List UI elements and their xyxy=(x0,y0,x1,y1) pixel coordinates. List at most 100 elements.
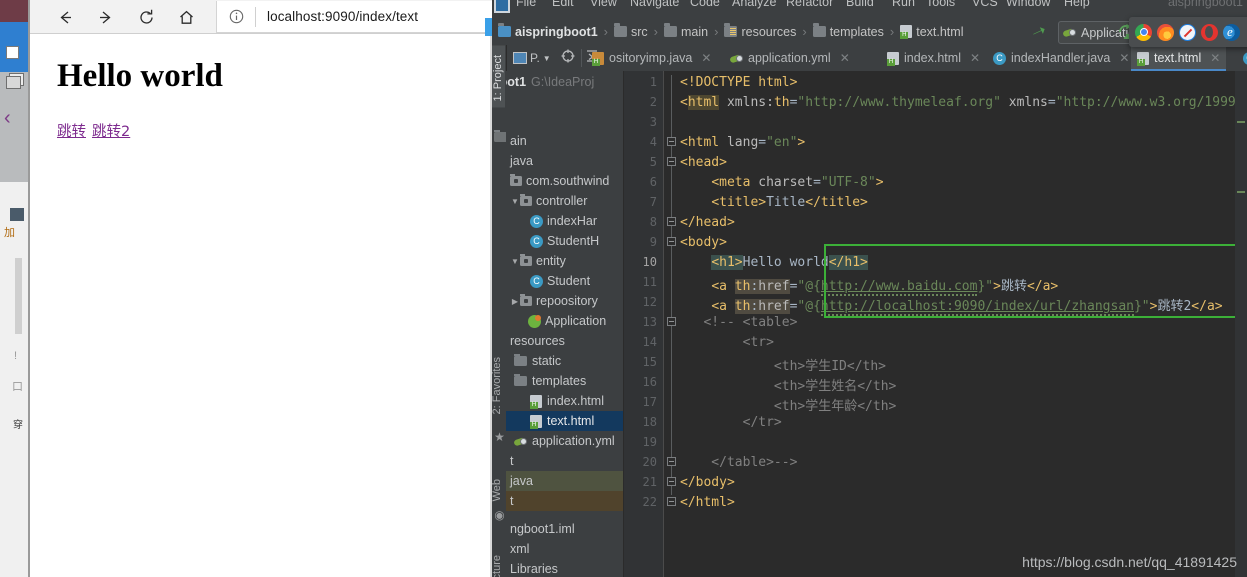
list-item[interactable]: CindexHar xyxy=(506,211,623,231)
fold-marker[interactable] xyxy=(667,477,676,486)
page-title: Hello world xyxy=(57,58,223,94)
breadcrumb-item-templates[interactable]: templates xyxy=(812,23,884,39)
collapse-arrow-icon[interactable]: ▶ xyxy=(510,297,520,306)
address-input[interactable]: localhost:9090/index/text xyxy=(256,9,492,24)
menu-help[interactable]: Help xyxy=(1064,0,1090,9)
menu-refactor[interactable]: Refactor xyxy=(786,0,833,9)
tab-repositoryimp-java[interactable]: ositoryimp.java ✕ xyxy=(586,45,717,71)
opera-icon[interactable] xyxy=(1201,23,1218,41)
tool-window-favorites[interactable]: 2: Favorites xyxy=(492,357,503,414)
scroll-from-source-button[interactable] xyxy=(561,49,575,68)
site-info-icon[interactable] xyxy=(217,1,255,32)
project-tree-root[interactable]: boot1 G:\IdeaProj xyxy=(506,71,623,92)
make-project-icon[interactable]: ➝ xyxy=(1028,20,1049,44)
fold-marker[interactable] xyxy=(667,237,676,246)
editor-marker-bar[interactable] xyxy=(1235,71,1247,577)
link-tiaozhuan-2[interactable]: 跳转2 xyxy=(92,124,130,140)
reload-button[interactable] xyxy=(133,4,159,30)
tab-overflow[interactable]: C xyxy=(1237,45,1247,71)
list-item-selected[interactable]: text.html xyxy=(506,411,623,431)
tab-indexhandler-java[interactable]: C indexHandler.java ✕ xyxy=(987,45,1135,71)
expand-arrow-icon[interactable]: ▼ xyxy=(510,257,520,266)
link-tiaozhuan-1[interactable]: 跳转 xyxy=(57,124,86,140)
chrome-icon[interactable] xyxy=(1135,23,1152,41)
expand-arrow-icon[interactable]: ▼ xyxy=(510,197,520,206)
tool-window-web[interactable]: Web xyxy=(492,479,503,501)
close-icon[interactable]: ✕ xyxy=(840,51,850,65)
fold-marker[interactable] xyxy=(667,137,676,146)
project-tree-panel[interactable]: boot1 G:\IdeaProj ain java com.southwind… xyxy=(506,71,624,577)
forward-button[interactable] xyxy=(92,4,118,30)
editor-gutter[interactable]: 1 2 3 4 5 6 7 8 9 10 11 12 13 14 15 16 1… xyxy=(624,71,663,577)
list-item[interactable]: ▶ repoository xyxy=(506,291,623,311)
list-item[interactable]: ▼ controller xyxy=(506,191,623,211)
list-item[interactable]: ▼ entity xyxy=(506,251,623,271)
fold-marker[interactable] xyxy=(667,457,676,466)
list-item[interactable]: xml xyxy=(506,539,623,559)
breadcrumb-item-resources[interactable]: resources xyxy=(724,23,796,39)
safari-icon[interactable] xyxy=(1179,23,1196,41)
scrollbar-thumb[interactable] xyxy=(485,18,492,36)
back-button[interactable] xyxy=(52,4,78,30)
list-item[interactable]: templates xyxy=(506,371,623,391)
breadcrumb-item-src[interactable]: src xyxy=(614,23,648,39)
list-item[interactable]: t xyxy=(506,491,623,511)
code-folding-rail[interactable] xyxy=(667,71,679,577)
close-icon[interactable]: ✕ xyxy=(1210,51,1220,65)
breadcrumb-item-file[interactable]: text.html xyxy=(900,25,963,39)
tab-index-html[interactable]: index.html ✕ xyxy=(881,45,986,71)
menu-run[interactable]: Run xyxy=(892,0,915,9)
home-button[interactable] xyxy=(173,4,199,30)
list-item[interactable]: C StudentH xyxy=(506,231,623,251)
edge-icon[interactable] xyxy=(1223,23,1240,41)
list-item[interactable]: ain xyxy=(506,131,623,151)
list-item[interactable]: Application xyxy=(506,311,623,331)
close-icon[interactable]: ✕ xyxy=(701,51,711,65)
menu-code[interactable]: Code xyxy=(690,0,720,9)
breadcrumb-item-module[interactable]: aispringboot1 xyxy=(498,23,598,39)
code-editor[interactable]: 1 2 3 4 5 6 7 8 9 10 11 12 13 14 15 16 1… xyxy=(624,71,1247,577)
list-item[interactable]: C Student xyxy=(506,271,623,291)
list-item[interactable]: t xyxy=(506,451,623,471)
tab-text-html[interactable]: text.html ✕ xyxy=(1131,45,1227,71)
sliver-square-icon xyxy=(6,46,19,59)
project-view-icon xyxy=(513,52,527,64)
fold-marker[interactable] xyxy=(667,217,676,226)
list-item[interactable]: java xyxy=(506,471,623,491)
folder-icon xyxy=(614,23,627,37)
menu-navigate[interactable]: Navigate xyxy=(630,0,679,9)
list-item[interactable]: ngboot1.iml xyxy=(506,519,623,539)
menu-file[interactable]: File xyxy=(516,0,536,9)
list-item[interactable]: index.html xyxy=(506,391,623,411)
folder-icon xyxy=(812,23,826,37)
fold-marker[interactable] xyxy=(667,497,676,506)
menu-analyze[interactable]: Analyze xyxy=(732,0,776,9)
menu-window[interactable]: Window xyxy=(1006,0,1050,9)
list-item[interactable]: Libraries xyxy=(506,559,623,577)
browser-preview-popup[interactable] xyxy=(1129,17,1247,47)
project-view-selector[interactable]: P. ▼ xyxy=(513,51,551,65)
breadcrumb-item-main[interactable]: main xyxy=(664,23,708,39)
menu-view[interactable]: View xyxy=(590,0,617,9)
menu-tools[interactable]: Tools xyxy=(926,0,955,9)
list-item[interactable]: application.yml xyxy=(506,431,623,451)
menu-build[interactable]: Build xyxy=(846,0,874,9)
tree-label: Application xyxy=(545,314,607,328)
close-icon[interactable]: ✕ xyxy=(970,51,980,65)
menu-vcs[interactable]: VCS xyxy=(972,0,998,9)
address-bar[interactable]: localhost:9090/index/text xyxy=(216,1,492,33)
list-item[interactable]: static xyxy=(506,351,623,371)
tool-window-project[interactable]: 1: Project xyxy=(492,45,505,108)
list-item[interactable]: java xyxy=(506,151,623,171)
sliver-window-icon-front xyxy=(6,76,21,89)
fold-marker[interactable] xyxy=(667,157,676,166)
fold-marker[interactable] xyxy=(667,317,676,326)
code-text-area[interactable]: <!DOCTYPE html> <html xmlns:th="http://w… xyxy=(680,71,1247,577)
tab-application-yml[interactable]: application.yml ✕ xyxy=(724,45,856,71)
list-item[interactable]: resources xyxy=(506,331,623,351)
firefox-icon[interactable] xyxy=(1157,23,1174,41)
close-icon[interactable]: ✕ xyxy=(1119,51,1129,65)
menu-edit[interactable]: Edit xyxy=(552,0,574,9)
list-item[interactable]: com.southwind xyxy=(506,171,623,191)
tool-window-structure[interactable]: Structure xyxy=(492,555,503,577)
